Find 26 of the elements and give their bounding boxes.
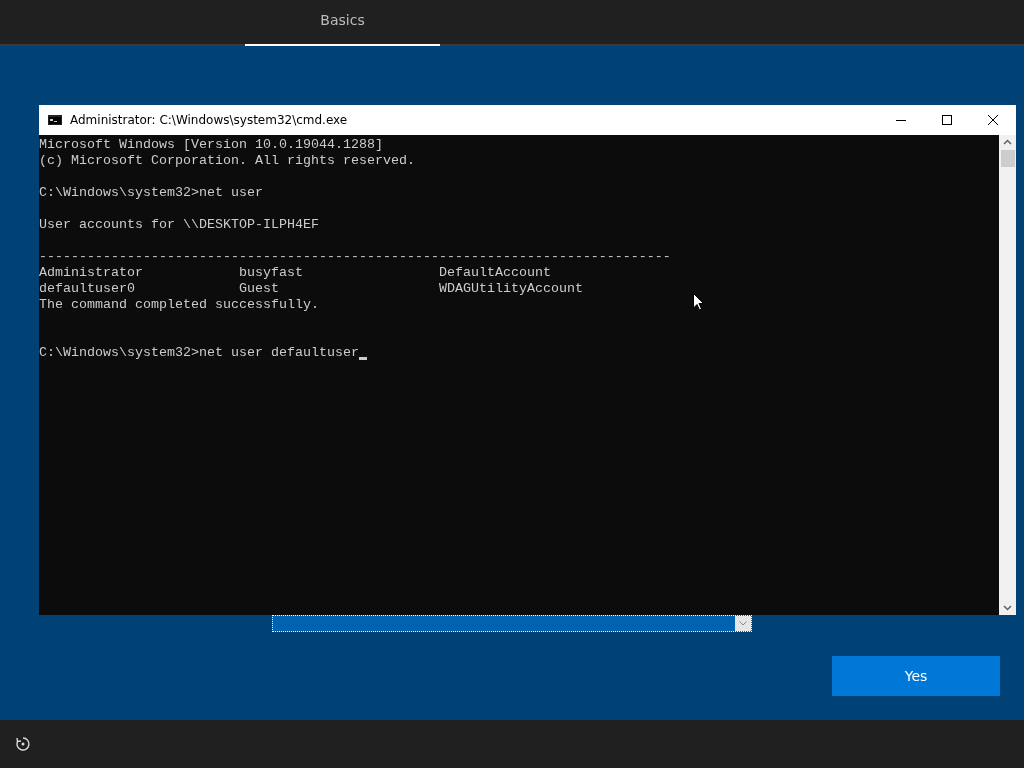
dropdown-field[interactable] xyxy=(272,615,752,632)
chevron-down-icon xyxy=(739,621,747,626)
console-line: Microsoft Windows [Version 10.0.19044.1288] xyxy=(39,137,383,153)
console-line: User accounts for \\DESKTOP-ILPH4EF xyxy=(39,217,319,233)
account-name: busyfast xyxy=(239,265,303,280)
scroll-thumb[interactable] xyxy=(1000,150,1015,167)
account-name: DefaultAccount xyxy=(439,265,551,280)
console-line: (c) Microsoft Corporation. All rights reserved. xyxy=(39,153,415,169)
console-app-icon xyxy=(48,115,62,125)
accessibility-icon[interactable] xyxy=(15,736,31,752)
console-line: The command completed successfully. xyxy=(39,297,319,313)
account-name: Administrator xyxy=(39,265,143,280)
mouse-pointer-icon xyxy=(693,293,704,311)
maximize-icon xyxy=(942,115,952,125)
console-line: ------------------------------------------------------------------------------- xyxy=(39,249,671,265)
close-icon xyxy=(988,115,998,125)
window-title: Administrator: C:\Windows\system32\cmd.exe xyxy=(70,113,349,127)
cursor-icon xyxy=(358,357,367,360)
console-line: C:\Windows\system32>net user xyxy=(39,185,263,201)
step-tab[interactable]: Basics xyxy=(245,0,440,46)
yes-button[interactable]: Yes xyxy=(832,656,1000,696)
account-name: Guest xyxy=(239,281,279,296)
account-name: WDAGUtilityAccount xyxy=(439,281,583,296)
scrollbar[interactable] xyxy=(999,135,1016,615)
console-prompt: C:\Windows\system32>net user defaultuser xyxy=(39,345,359,361)
account-name: defaultuser0 xyxy=(39,281,135,296)
